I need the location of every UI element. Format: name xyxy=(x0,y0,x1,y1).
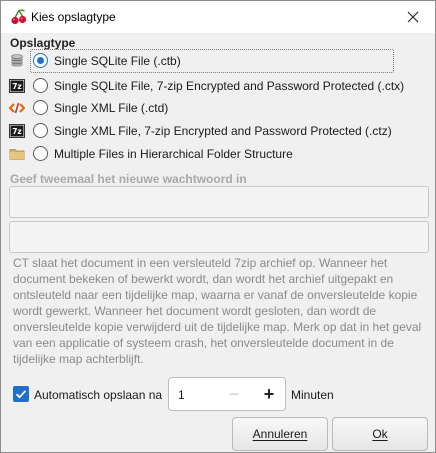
option-label: Single XML File (.ctd) xyxy=(54,101,169,115)
autosave-label: Automatisch opslaan na xyxy=(34,388,163,402)
close-icon xyxy=(407,11,419,23)
password-field-2[interactable] xyxy=(9,221,429,253)
folder-icon xyxy=(9,146,25,162)
password-field-1[interactable] xyxy=(9,186,429,218)
radio-button[interactable] xyxy=(33,100,48,115)
cancel-button[interactable]: Annuleren xyxy=(232,417,328,451)
cherry-icon xyxy=(10,8,28,26)
xml-code-icon xyxy=(8,100,26,116)
ok-label: Ok xyxy=(372,427,388,441)
database-icon xyxy=(9,53,25,69)
storage-option-sqlite[interactable]: Single SQLite File (.ctb) xyxy=(8,50,428,72)
7zip-icon: 7z xyxy=(9,78,25,94)
option-label: Multiple Files in Hierarchical Folder St… xyxy=(54,147,293,161)
autosave-checkbox[interactable] xyxy=(13,386,29,402)
autosave-minutes-stepper[interactable]: 1 − + xyxy=(168,377,286,411)
window-title: Kies opslagtype xyxy=(31,10,116,24)
svg-text:7z: 7z xyxy=(12,127,22,136)
stepper-value[interactable]: 1 xyxy=(178,388,185,402)
option-label: Single SQLite File (.ctb) xyxy=(54,54,181,68)
storage-option-xml-encrypted[interactable]: 7z Single XML File, 7-zip Encrypted and … xyxy=(8,120,428,142)
radio-button[interactable] xyxy=(33,123,48,138)
title-bar: Kies opslagtype xyxy=(1,1,435,33)
storage-option-xml[interactable]: Single XML File (.ctd) xyxy=(8,97,428,119)
option-label: Single SQLite File, 7-zip Encrypted and … xyxy=(54,79,405,93)
storage-option-multiple-files[interactable]: Multiple Files in Hierarchical Folder St… xyxy=(8,143,428,165)
radio-button[interactable] xyxy=(33,78,48,93)
encryption-description: CT slaat het document in een versleuteld… xyxy=(13,256,422,366)
svg-text:7z: 7z xyxy=(12,82,22,91)
radio-button[interactable] xyxy=(33,146,48,161)
storage-type-heading: Opslagtype xyxy=(10,36,76,50)
dialog-window: Kies opslagtype Opslagtype Single SQLite… xyxy=(0,0,436,453)
7zip-icon: 7z xyxy=(9,123,25,139)
radio-button-selected[interactable] xyxy=(33,53,48,68)
decrement-button[interactable]: − xyxy=(216,378,252,410)
password-section-label: Geef tweemaal het nieuwe wachtwoord in xyxy=(10,172,247,186)
increment-button[interactable]: + xyxy=(252,378,286,410)
storage-option-sqlite-encrypted[interactable]: 7z Single SQLite File, 7-zip Encrypted a… xyxy=(8,75,428,97)
close-button[interactable] xyxy=(391,1,435,33)
cancel-label: Annuleren xyxy=(252,427,308,441)
minutes-unit-label: Minuten xyxy=(291,388,334,402)
checkmark-icon xyxy=(15,390,27,399)
option-label: Single XML File, 7-zip Encrypted and Pas… xyxy=(54,124,392,138)
ok-button[interactable]: Ok xyxy=(332,417,428,451)
